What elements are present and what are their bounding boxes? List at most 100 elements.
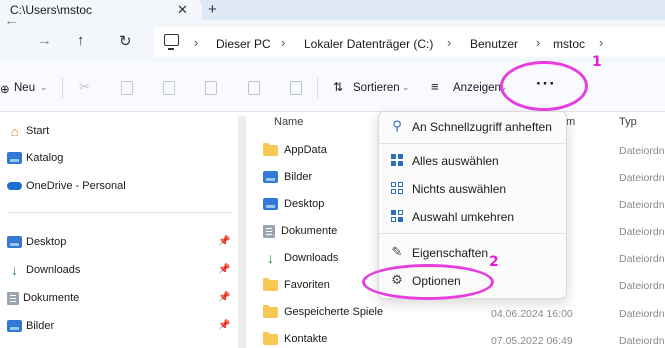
cut-icon[interactable]: ✂ bbox=[79, 79, 90, 95]
column-header-name[interactable]: Name bbox=[274, 116, 303, 128]
chevron-right-icon[interactable]: › bbox=[281, 35, 285, 50]
new-button[interactable]: Neu bbox=[14, 82, 35, 94]
view-button[interactable]: Anzeigen bbox=[453, 82, 501, 94]
file-type: Dateiordne bbox=[619, 145, 665, 157]
folder-icon bbox=[263, 331, 278, 345]
menu-item-select-none[interactable]: Nichts auswählen bbox=[384, 176, 559, 200]
annotation-marker-2: 2 bbox=[489, 254, 499, 270]
rename-icon[interactable] bbox=[205, 81, 217, 95]
sidebar-item-label: OneDrive - Personal bbox=[26, 180, 126, 192]
sort-button[interactable]: Sortieren bbox=[353, 82, 400, 94]
file-type: Dateiordne bbox=[619, 308, 665, 320]
gallery-icon bbox=[7, 152, 22, 164]
select-none-icon bbox=[391, 182, 403, 194]
menu-item-invert-selection[interactable]: Auswahl umkehren bbox=[384, 204, 559, 228]
breadcrumb-item[interactable]: mstoc bbox=[553, 37, 585, 51]
sidebar-item-dokumente[interactable]: Dokumente bbox=[7, 289, 79, 307]
download-icon: ↓ bbox=[11, 262, 18, 278]
sidebar-item-label: Downloads bbox=[26, 264, 81, 276]
arrow-right-icon[interactable]: → bbox=[37, 32, 52, 49]
document-icon bbox=[263, 224, 275, 238]
file-type: Dateiordne bbox=[619, 226, 665, 238]
table-row[interactable]: AppData bbox=[263, 141, 327, 159]
sidebar-item-label: Start bbox=[26, 125, 50, 137]
chevron-right-icon[interactable]: › bbox=[536, 35, 540, 50]
chevron-right-icon[interactable]: › bbox=[599, 35, 603, 50]
file-type: Dateiordne bbox=[619, 335, 665, 347]
file-name: Kontakte bbox=[284, 333, 328, 345]
table-row[interactable]: Bilder bbox=[263, 168, 312, 186]
tab-active[interactable]: C:\Users\mstoc ✕ bbox=[0, 0, 202, 20]
file-name: Bilder bbox=[284, 171, 313, 183]
delete-icon[interactable] bbox=[290, 81, 302, 95]
sidebar-item-start[interactable]: ⌂ Start bbox=[7, 122, 50, 140]
share-icon[interactable] bbox=[248, 81, 260, 95]
pin-icon: ⚲ bbox=[392, 118, 402, 133]
divider bbox=[8, 212, 232, 213]
sidebar-item-label: Desktop bbox=[26, 236, 67, 248]
table-row[interactable]: Favoriten bbox=[263, 276, 330, 294]
sort-icon: ⇅ bbox=[333, 80, 344, 94]
table-row[interactable]: Dokumente bbox=[263, 222, 337, 240]
sidebar-scrollbar[interactable] bbox=[238, 116, 246, 348]
select-all-icon bbox=[391, 154, 403, 166]
view-icon: ≡ bbox=[431, 79, 439, 94]
file-name: Desktop bbox=[284, 198, 325, 210]
breadcrumb-item[interactable]: Lokaler Datenträger (C:) bbox=[304, 37, 433, 51]
invert-selection-icon bbox=[391, 210, 403, 222]
copy-icon[interactable] bbox=[121, 81, 133, 95]
sidebar-item-label: Katalog bbox=[26, 152, 64, 164]
table-row[interactable]: Desktop bbox=[263, 195, 324, 213]
table-row[interactable]: Kontakte bbox=[263, 330, 327, 348]
file-type: Dateiordne bbox=[619, 280, 665, 292]
file-type: Dateiordne bbox=[619, 199, 665, 211]
pictures-icon bbox=[263, 171, 278, 183]
folder-icon bbox=[263, 304, 278, 318]
chevron-right-icon[interactable]: › bbox=[447, 35, 451, 50]
paste-icon[interactable] bbox=[163, 81, 175, 95]
pin-icon[interactable]: 📌 bbox=[218, 236, 230, 247]
plus-icon[interactable]: + bbox=[208, 1, 217, 18]
divider bbox=[62, 78, 63, 98]
pin-icon[interactable]: 📌 bbox=[218, 264, 230, 275]
refresh-icon[interactable]: ↻ bbox=[119, 32, 132, 50]
menu-item-pin-quick-access[interactable]: ⚲ An Schnellzugriff anheften bbox=[384, 114, 559, 138]
arrow-up-icon[interactable]: ↑ bbox=[77, 32, 85, 49]
home-icon: ⌂ bbox=[10, 123, 19, 139]
pin-icon[interactable]: 📌 bbox=[218, 320, 230, 331]
close-icon[interactable]: ✕ bbox=[177, 2, 188, 18]
sidebar-item-katalog[interactable]: Katalog bbox=[7, 149, 63, 167]
menu-item-label: Eigenschaften bbox=[412, 246, 489, 260]
divider bbox=[317, 78, 318, 98]
download-icon: ↓ bbox=[267, 250, 274, 266]
menu-item-properties[interactable]: ✎ Eigenschaften bbox=[384, 240, 559, 264]
sidebar-item-downloads[interactable]: ↓ Downloads bbox=[7, 261, 80, 279]
folder-icon bbox=[263, 277, 278, 291]
sidebar-item-desktop[interactable]: Desktop bbox=[7, 233, 66, 251]
file-type: Dateiordne bbox=[619, 172, 665, 184]
table-row[interactable]: ↓ Downloads bbox=[263, 249, 338, 267]
column-header-type[interactable]: Typ bbox=[619, 116, 637, 128]
arrow-left-icon[interactable]: ← bbox=[4, 12, 19, 29]
pin-icon[interactable]: 📌 bbox=[218, 292, 230, 303]
file-date: 07.05.2022 06:49 bbox=[491, 335, 573, 347]
new-plus-icon: ⊕ bbox=[0, 84, 10, 96]
cloud-icon bbox=[7, 182, 22, 190]
file-name: Gespeicherte Spiele bbox=[284, 306, 384, 318]
chevron-right-icon[interactable]: › bbox=[194, 35, 198, 50]
column-header-date[interactable]: m bbox=[566, 116, 575, 128]
file-name: Downloads bbox=[284, 252, 339, 264]
table-row[interactable]: Gespeicherte Spiele bbox=[263, 303, 383, 321]
file-name: Favoriten bbox=[284, 279, 330, 291]
menu-separator bbox=[379, 233, 566, 234]
sidebar-item-onedrive[interactable]: OneDrive - Personal bbox=[7, 177, 126, 195]
menu-item-select-all[interactable]: Alles auswählen bbox=[384, 148, 559, 172]
breadcrumb-item[interactable]: Dieser PC bbox=[216, 37, 271, 51]
file-name: AppData bbox=[284, 144, 327, 156]
breadcrumb-item[interactable]: Benutzer bbox=[470, 37, 518, 51]
sidebar-item-bilder[interactable]: Bilder bbox=[7, 317, 54, 335]
desktop-icon bbox=[263, 198, 278, 210]
sidebar-item-label: Dokumente bbox=[23, 292, 80, 304]
menu-item-label: Alles auswählen bbox=[412, 154, 499, 168]
chevron-down-icon: ⌄ bbox=[40, 82, 48, 92]
